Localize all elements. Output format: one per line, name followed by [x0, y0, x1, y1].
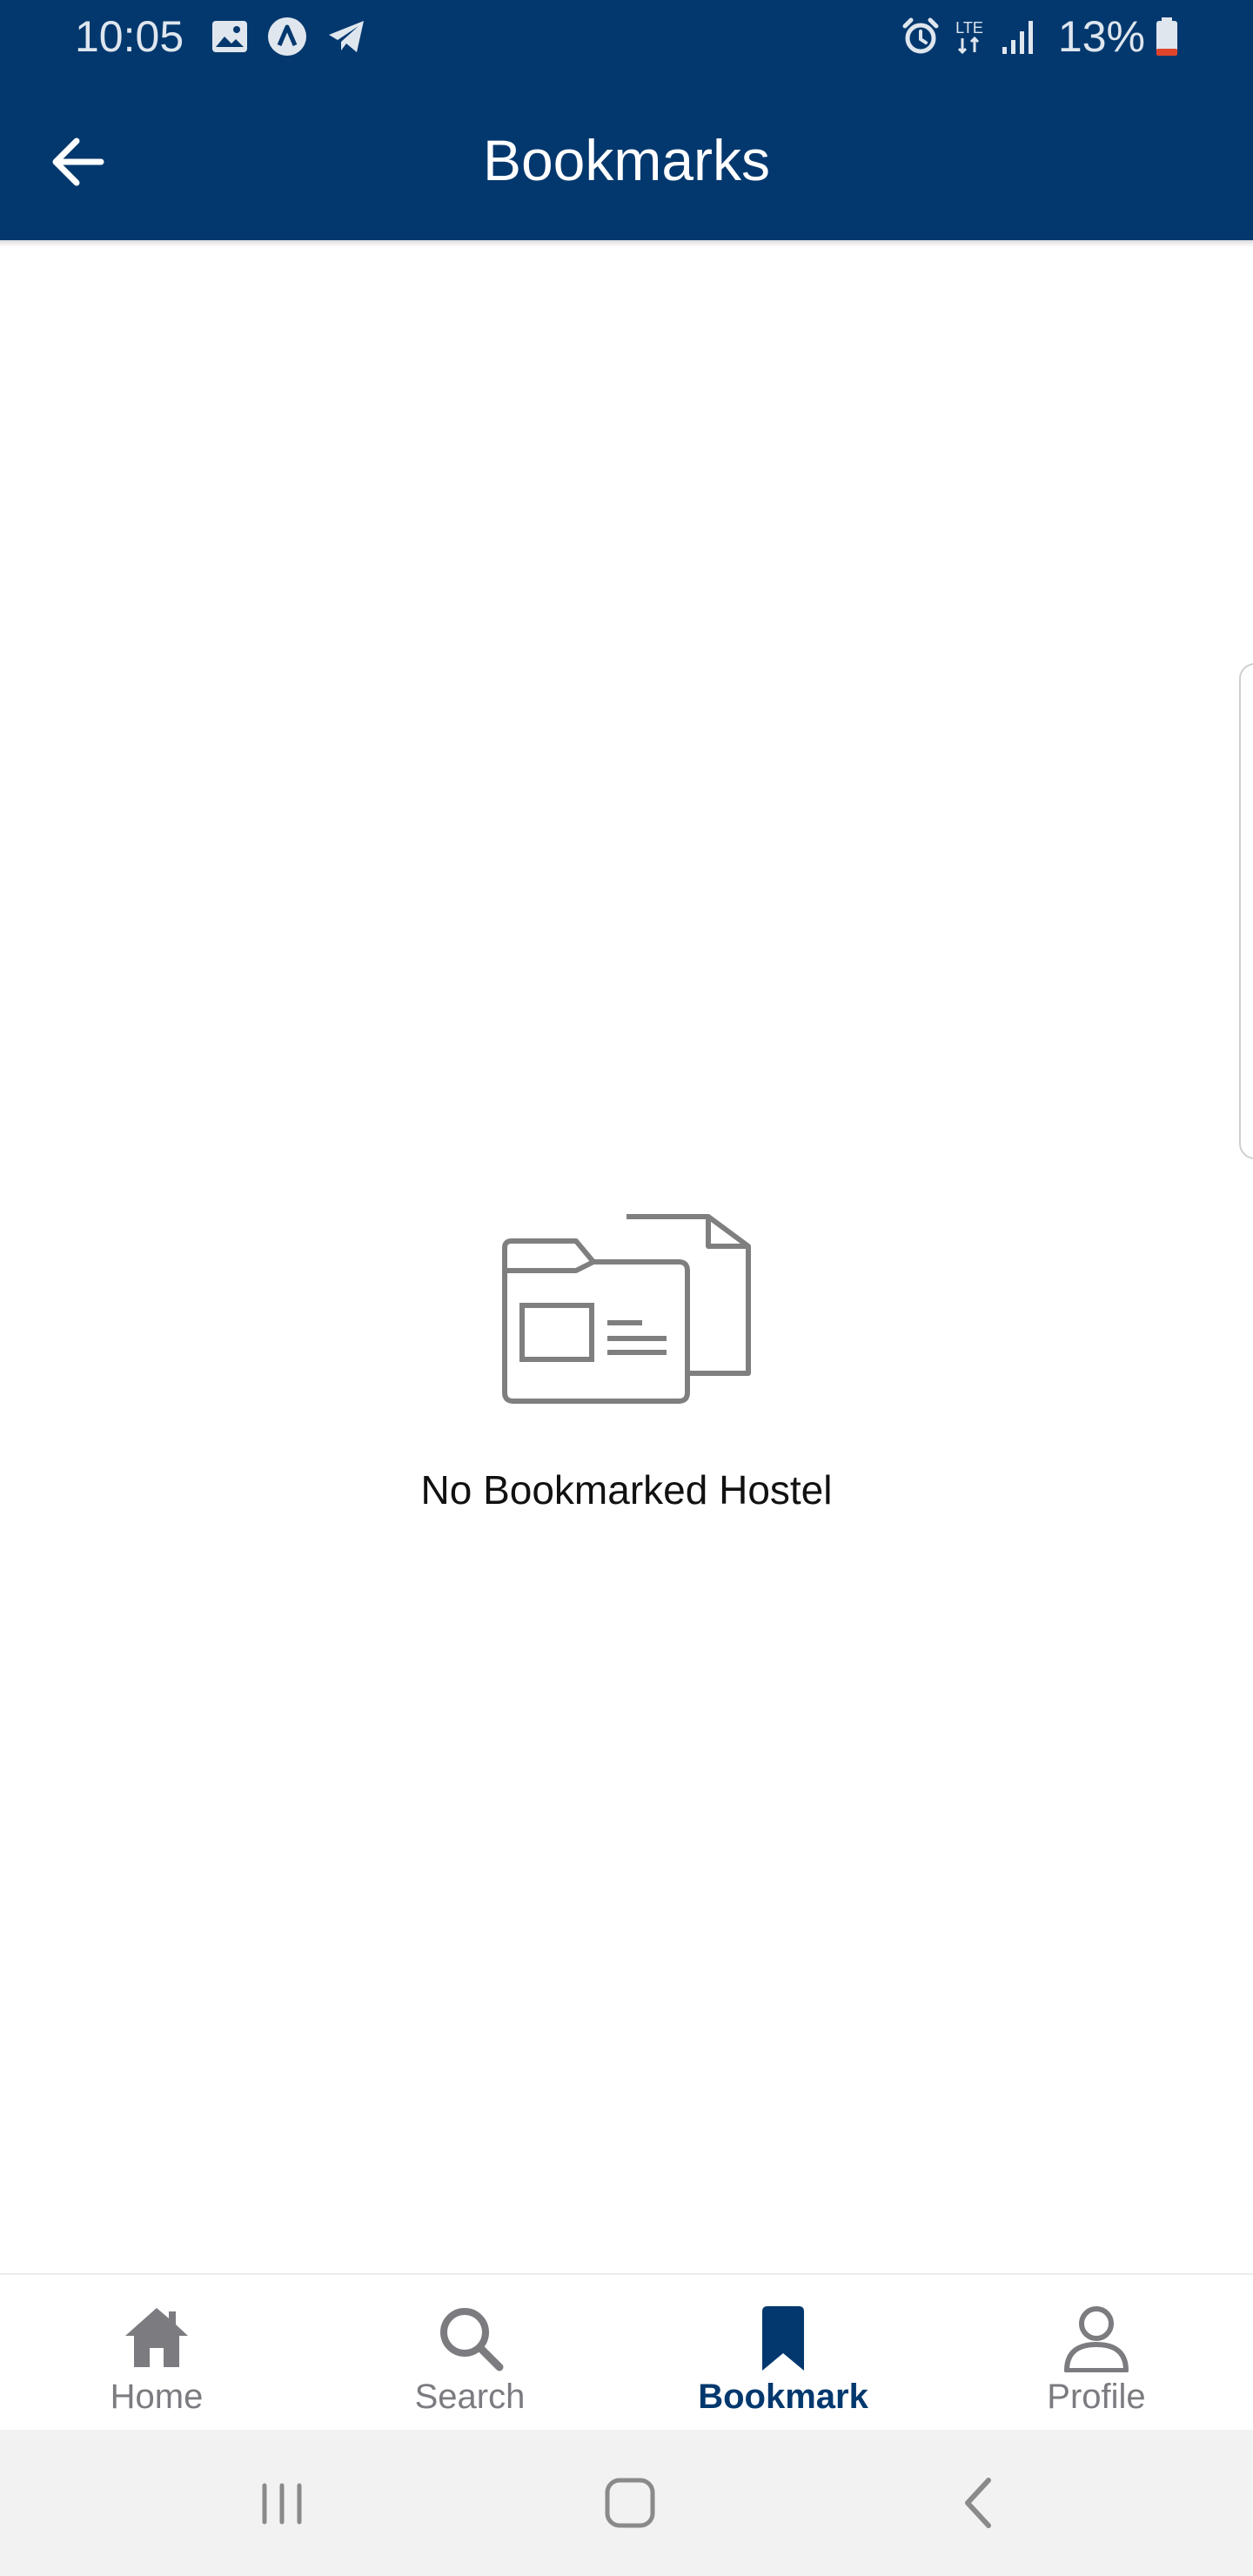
nav-item-profile[interactable]: Profile [940, 2275, 1253, 2432]
nav-label-home: Home [110, 2378, 204, 2416]
profile-icon [1064, 2306, 1129, 2372]
gallery-icon [212, 21, 247, 52]
home-button-icon[interactable] [595, 2468, 665, 2538]
bottom-navigation: Home Search Bookmark Profile [0, 2273, 1253, 2430]
page-title: Bookmarks [482, 128, 771, 192]
folder-document-icon [502, 1214, 751, 1404]
bookmark-icon [762, 2306, 804, 2371]
signal-icon [1002, 21, 1033, 54]
header-divider [0, 240, 1253, 247]
battery-icon [1156, 17, 1177, 56]
nav-item-bookmark[interactable]: Bookmark [626, 2275, 940, 2432]
alarm-icon [902, 17, 939, 54]
battery-percentage: 13% [1057, 12, 1145, 61]
system-navigation-bar [0, 2430, 1253, 2576]
status-time: 10:05 [75, 12, 184, 61]
nav-item-home[interactable]: Home [0, 2275, 313, 2432]
svg-text:LTE: LTE [955, 19, 983, 37]
edge-panel-handle[interactable] [1239, 663, 1253, 1159]
nav-label-bookmark: Bookmark [698, 2378, 868, 2416]
empty-state-message: No Bookmarked Hostel [420, 1467, 833, 1513]
nav-label-search: Search [414, 2378, 526, 2416]
lte-icon: LTE [955, 19, 983, 55]
header: 10:05 LTE 13% Bookmarks [0, 0, 1253, 240]
telegram-icon [329, 21, 364, 52]
app-notification-icon [268, 17, 306, 56]
home-icon [125, 2308, 188, 2367]
nav-item-search[interactable]: Search [313, 2275, 626, 2432]
recent-apps-icon[interactable] [247, 2468, 317, 2538]
app-bar: Bookmarks [0, 73, 1253, 240]
search-icon [440, 2308, 504, 2371]
system-back-icon[interactable] [945, 2468, 1015, 2538]
nav-label-profile: Profile [1047, 2378, 1146, 2416]
status-bar: 10:05 LTE 13% [0, 0, 1253, 73]
